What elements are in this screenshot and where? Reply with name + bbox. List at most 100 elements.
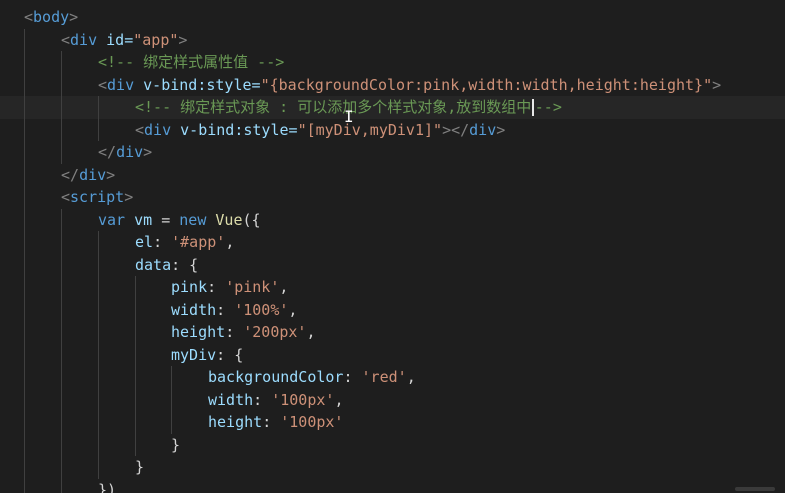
code-line[interactable]: } <box>0 456 785 479</box>
code-line[interactable]: var vm = new Vue({ <box>0 208 785 231</box>
indent-guide <box>24 118 25 141</box>
code-line[interactable]: <body> <box>0 6 785 29</box>
code-line[interactable]: <script> <box>0 186 785 209</box>
indent-guide <box>135 366 136 389</box>
indent-guide <box>24 186 25 209</box>
indent-guide <box>24 28 25 51</box>
indent-guide <box>24 276 25 299</box>
indent-guide <box>135 276 136 299</box>
indent-guide <box>24 366 25 389</box>
indent-guide <box>135 388 136 411</box>
code-text: width: '100%', <box>171 300 298 319</box>
indent-guide <box>24 321 25 344</box>
code-text: height: '100px' <box>208 413 344 431</box>
indent-guide <box>135 433 136 456</box>
code-text: myDiv: { <box>171 345 244 364</box>
indent-guide <box>24 433 25 456</box>
indent-guide <box>98 321 99 344</box>
indent-guide <box>135 321 136 344</box>
indent-guide <box>24 298 25 321</box>
code-text: }) <box>98 480 117 493</box>
indent-guide <box>135 298 136 321</box>
indent-guide <box>24 411 25 434</box>
indent-guide <box>98 433 99 456</box>
code-line[interactable]: height: '200px', <box>0 321 785 344</box>
indent-guide <box>98 298 99 321</box>
code-line[interactable]: myDiv: { <box>0 343 785 366</box>
code-text: data: { <box>135 255 199 274</box>
indent-guide <box>24 51 25 74</box>
code-text: </div> <box>61 165 116 184</box>
indent-guide <box>61 253 62 276</box>
indent-guide <box>61 433 62 456</box>
indent-guide <box>61 118 62 141</box>
indent-guide <box>61 73 62 96</box>
code-text: <body> <box>24 8 79 26</box>
indent-guide <box>61 366 62 389</box>
code-line[interactable]: }) <box>0 478 785 493</box>
indent-guide <box>24 388 25 411</box>
code-line[interactable]: <div id="app"> <box>0 28 785 51</box>
indent-guide <box>61 208 62 231</box>
code-text: backgroundColor: 'red', <box>208 368 416 386</box>
indent-guide <box>61 321 62 344</box>
indent-guide <box>24 478 25 493</box>
indent-guide <box>61 276 62 299</box>
indent-guide <box>61 231 62 254</box>
code-text: height: '200px', <box>171 323 316 341</box>
indent-guide <box>98 411 99 434</box>
code-line[interactable]: pink: 'pink', <box>0 276 785 299</box>
code-text: } <box>171 435 181 454</box>
indent-guide <box>98 388 99 411</box>
indent-guide <box>135 343 136 366</box>
code-line[interactable]: data: { <box>0 253 785 276</box>
code-line[interactable]: width: '100%', <box>0 298 785 321</box>
indent-guide <box>61 388 62 411</box>
indent-guide <box>171 411 172 434</box>
indent-guide <box>98 366 99 389</box>
indent-guide <box>98 253 99 276</box>
code-text: width: '100px', <box>208 390 344 409</box>
indent-guide <box>24 163 25 186</box>
code-line[interactable]: <div v-bind:style="[myDiv,myDiv1]"></div… <box>0 118 785 141</box>
indent-guide <box>24 343 25 366</box>
code-line[interactable]: </div> <box>0 163 785 186</box>
code-text: var vm = new Vue({ <box>98 210 261 229</box>
mouse-ibeam-cursor-icon: I <box>344 107 354 126</box>
indent-guide <box>171 388 172 411</box>
indent-guide <box>135 411 136 434</box>
indent-guide <box>24 253 25 276</box>
code-text: el: '#app', <box>135 233 235 251</box>
code-line[interactable]: </div> <box>0 141 785 164</box>
code-text: <div v-bind:style="[myDiv,myDiv1]"></div… <box>135 120 506 139</box>
indent-guide <box>61 298 62 321</box>
code-line[interactable]: el: '#app', <box>0 231 785 254</box>
code-line[interactable]: } <box>0 433 785 456</box>
code-line[interactable]: backgroundColor: 'red', <box>0 366 785 389</box>
indent-guide <box>61 478 62 493</box>
indent-guide <box>61 456 62 479</box>
indent-guide <box>61 51 62 74</box>
code-text: <!-- 绑定样式属性值 --> <box>98 53 285 71</box>
text-cursor <box>532 99 534 116</box>
indent-guide <box>171 366 172 389</box>
code-line[interactable]: <div v-bind:style="{backgroundColor:pink… <box>0 73 785 96</box>
code-text: <script> <box>61 188 134 206</box>
indent-guide <box>24 231 25 254</box>
indent-guide <box>61 141 62 164</box>
code-line-active[interactable]: <!-- 绑定样式对象 : 可以添加多个样式对象,放到数组中 --> <box>0 96 785 119</box>
indent-guide <box>98 96 99 119</box>
indent-guide <box>98 456 99 479</box>
code-editor[interactable]: <body> <div id="app"> <!-- 绑定样式属性值 --> <… <box>0 0 785 493</box>
horizontal-scrollbar[interactable] <box>735 487 775 491</box>
code-line[interactable]: width: '100px', <box>0 388 785 411</box>
indent-guide <box>24 96 25 119</box>
indent-guide <box>61 343 62 366</box>
code-line[interactable]: height: '100px' <box>0 411 785 434</box>
code-text: <div v-bind:style="{backgroundColor:pink… <box>98 75 722 94</box>
code-line[interactable]: <!-- 绑定样式属性值 --> <box>0 51 785 74</box>
code-text: pink: 'pink', <box>171 278 289 296</box>
indent-guide <box>61 411 62 434</box>
indent-guide <box>24 73 25 96</box>
indent-guide <box>61 96 62 119</box>
